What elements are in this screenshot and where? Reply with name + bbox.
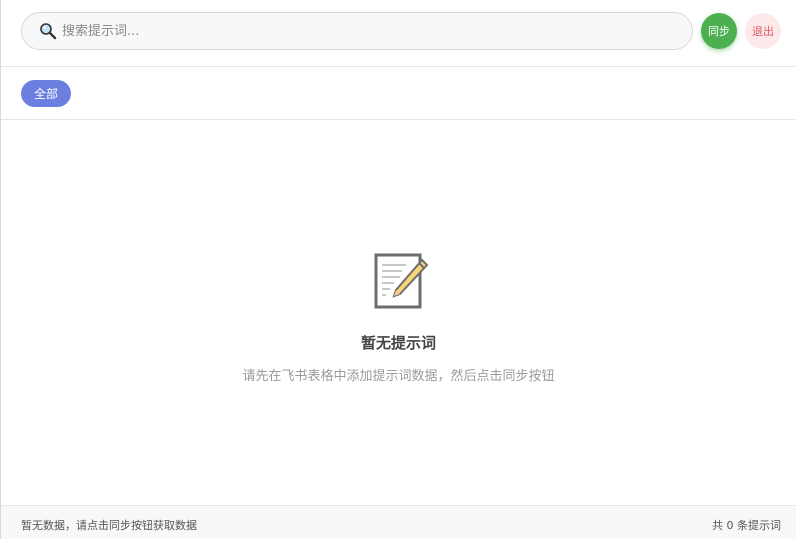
sync-button[interactable]: 同步 [701, 13, 737, 49]
search-icon [40, 23, 57, 40]
filter-chip-all[interactable]: 全部 [21, 80, 71, 107]
category-filter-bar: 全部 [1, 67, 796, 120]
footer-status-text: 暂无数据，请点击同步按钮获取数据 [21, 519, 197, 532]
header-bar: 同步 退出 [1, 0, 796, 67]
search-box[interactable] [21, 12, 693, 50]
search-input[interactable] [62, 16, 662, 46]
status-footer: 暂无数据，请点击同步按钮获取数据 共 0 条提示词 [1, 505, 796, 539]
memo-pencil-icon [374, 253, 429, 309]
empty-state: 暂无提示词 请先在飞书表格中添加提示词数据，然后点击同步按钮 [1, 120, 796, 505]
app-window: 同步 退出 全部 暂无提示词 请先在飞书表格中添加提示词数据，然后点击同步按钮 … [0, 0, 796, 539]
footer-count-text: 共 0 条提示词 [712, 519, 781, 532]
logout-button[interactable]: 退出 [745, 13, 781, 49]
empty-title: 暂无提示词 [360, 334, 436, 352]
empty-subtitle: 请先在飞书表格中添加提示词数据，然后点击同步按钮 [242, 369, 555, 384]
